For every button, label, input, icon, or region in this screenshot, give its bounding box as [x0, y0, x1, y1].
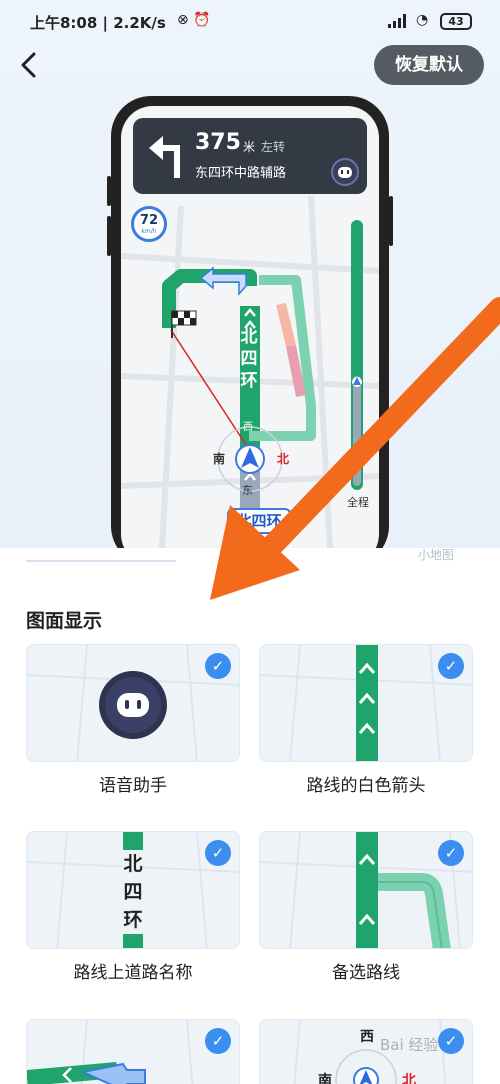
compass-west: 西	[243, 422, 253, 433]
road-name-char: 北	[123, 850, 143, 878]
road-name-char: 环	[240, 371, 258, 391]
checkmark-icon: ✓	[205, 653, 231, 679]
turn-instruction-card: 375 米 左转 东四环中路辅路	[133, 118, 367, 194]
voice-assistant-icon	[331, 158, 359, 186]
card-label: 路线上道路名称	[73, 963, 193, 983]
signal-icon	[388, 14, 406, 28]
checkmark-icon: ✓	[438, 1028, 464, 1054]
watermark: Bai 经验	[380, 1036, 439, 1054]
speed-limit-badge: 72 km/h	[131, 206, 167, 242]
turn-left-arrow-icon	[149, 136, 180, 178]
settings-preview-area: 上午8:08 | 2.2K/s ⊗ ⏰ ◔ 43 恢复默认 375 米 左转 东…	[0, 0, 500, 548]
distance-unit: 米	[243, 140, 256, 154]
checkmark-icon: ✓	[438, 840, 464, 866]
road-name-char: 北	[240, 327, 258, 347]
tab-mini-map[interactable]: 小地图	[418, 546, 454, 563]
route-road-name: 北 四 环	[240, 326, 258, 392]
card-road-name: 北 四 环	[123, 850, 143, 934]
compass-north: 北	[277, 452, 290, 466]
road-name-char: 四	[240, 349, 258, 369]
status-time-speed: 上午8:08 | 2.2K/s	[30, 14, 166, 32]
current-road-tag: 北四环	[227, 508, 291, 534]
option-card-turn-arrow[interactable]: ✓	[26, 1019, 240, 1084]
card-label: 备选路线	[332, 963, 400, 983]
phone-mockup: 375 米 左转 东四环中路辅路 72 km/h 北 四 环 西 南 北 东 北…	[107, 96, 393, 548]
compass-west: 西	[360, 1029, 374, 1045]
option-card-compass[interactable]: 西 南 北 ✓	[259, 1019, 473, 1084]
next-road-name: 东四环中路辅路	[195, 166, 287, 181]
card-label: 路线的白色箭头	[306, 776, 426, 796]
alarm-icon: ⊗ ⏰	[177, 12, 211, 28]
chevron-left-icon	[21, 52, 36, 78]
compass-south: 南	[213, 452, 226, 466]
compass-north: 北	[402, 1073, 416, 1084]
progress-label: 全程	[347, 496, 369, 509]
status-bar: 上午8:08 | 2.2K/s ⊗ ⏰ ◔ 43	[0, 0, 500, 44]
wifi-icon: ◔	[416, 12, 429, 28]
compass-south: 南	[318, 1073, 332, 1084]
road-name-char: 四	[123, 878, 143, 906]
checkmark-icon: ✓	[438, 653, 464, 679]
reset-default-button[interactable]: 恢复默认	[374, 45, 484, 85]
tab-strip: 小地图	[0, 548, 500, 568]
checkmark-icon: ✓	[205, 840, 231, 866]
option-card-voice-assistant[interactable]: ✓	[26, 644, 240, 762]
speed-limit-unit: km/h	[141, 228, 157, 235]
speed-limit-value: 72	[139, 213, 159, 228]
section-title: 图面显示	[26, 610, 103, 632]
option-card-road-name[interactable]: 北 四 环 ✓	[26, 831, 240, 949]
back-button[interactable]	[14, 50, 44, 80]
option-card-alternative-route[interactable]: ✓	[259, 831, 473, 949]
checkmark-icon: ✓	[205, 1028, 231, 1054]
card-label: 语音助手	[99, 776, 167, 796]
option-card-route-arrows[interactable]: ✓	[259, 644, 473, 762]
road-name-char: 环	[123, 906, 143, 934]
tab-partial-left[interactable]	[26, 546, 176, 562]
compass-east: 东	[242, 484, 253, 497]
card-map-bg	[27, 1020, 194, 1084]
turn-distance: 375	[195, 130, 241, 155]
battery-icon: 43	[440, 13, 472, 30]
phone-screen: 375 米 左转 东四环中路辅路 72 km/h 北 四 环 西 南 北 东 北…	[121, 106, 379, 548]
turn-direction: 左转	[261, 140, 286, 154]
